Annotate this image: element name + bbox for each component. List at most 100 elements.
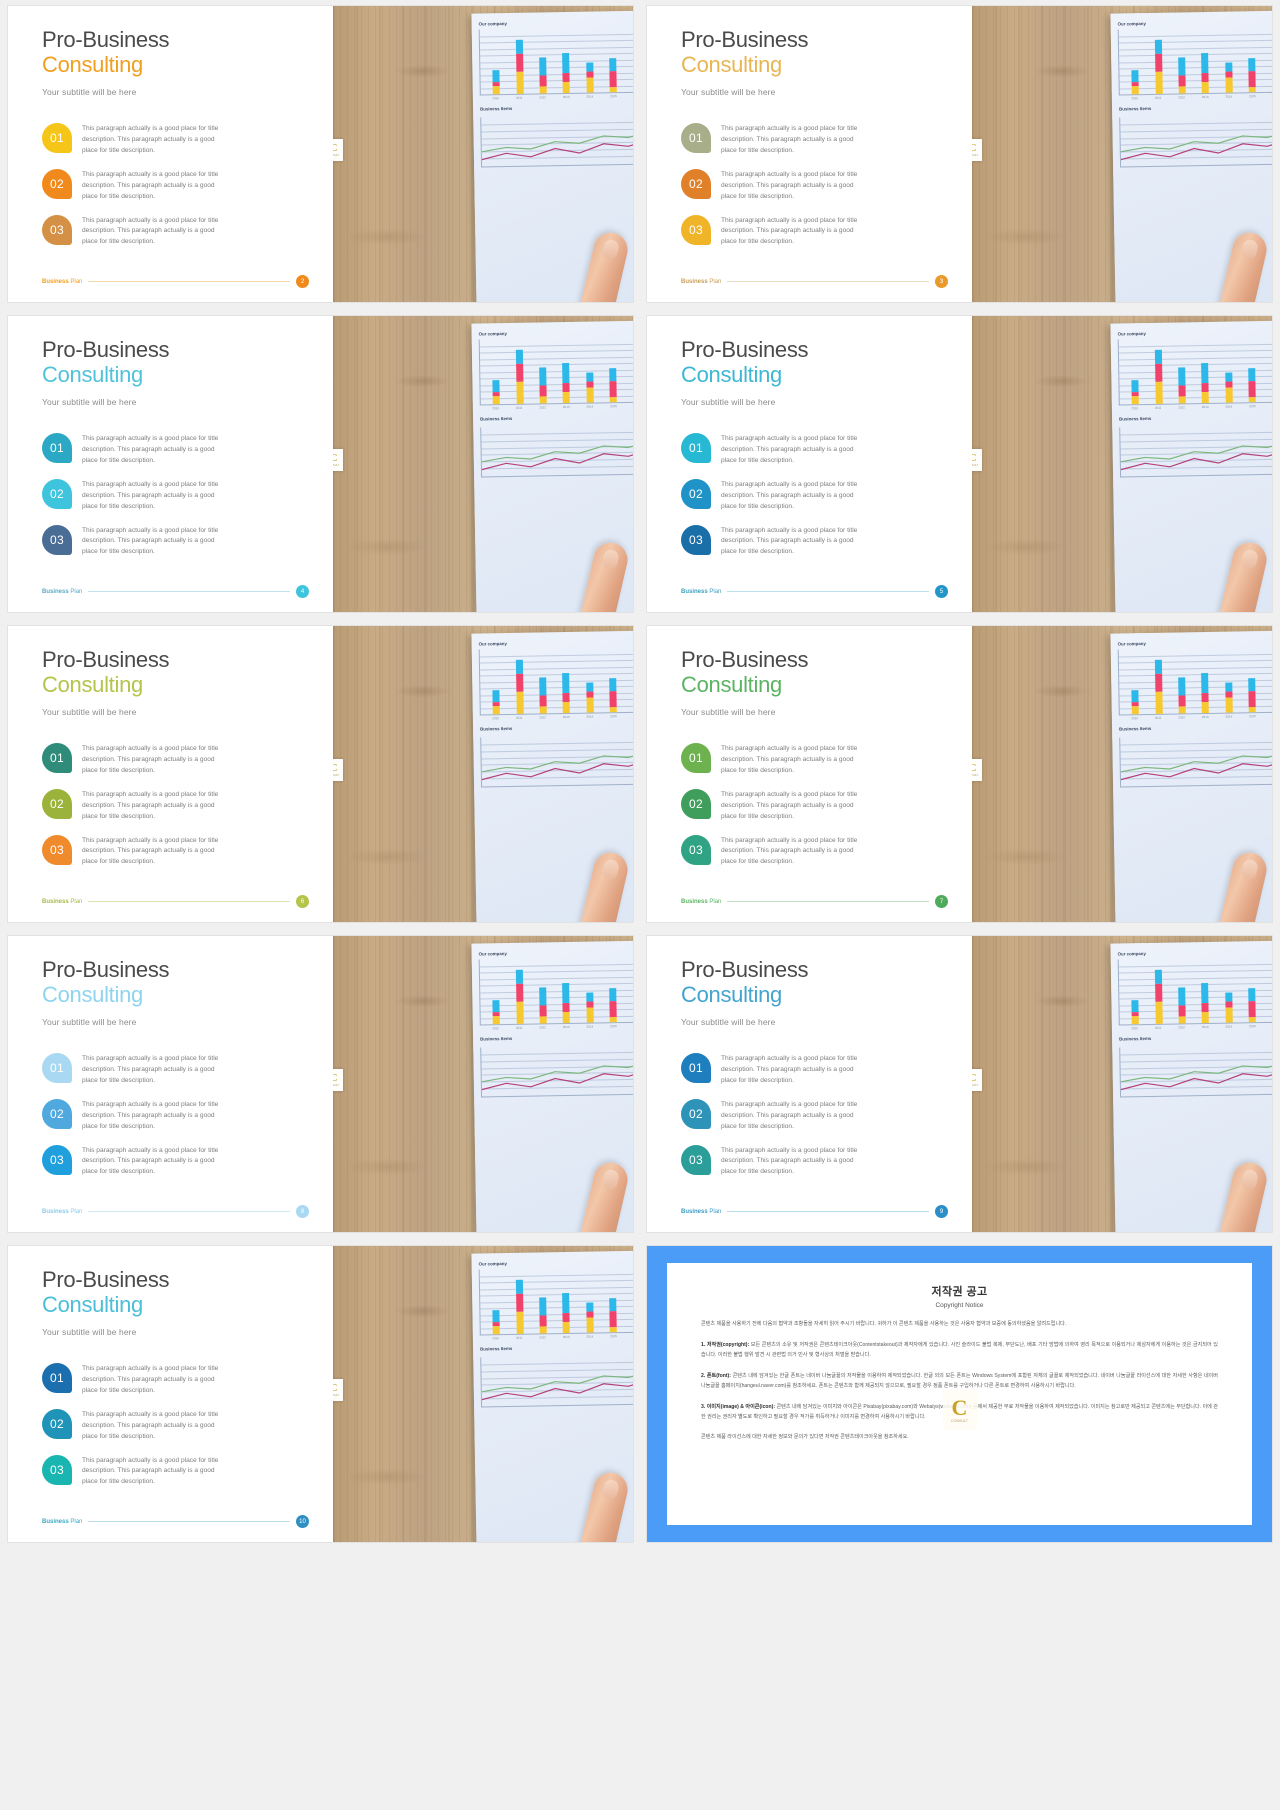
slide-thumbnail[interactable]: Pro-Business Consulting Your subtitle will…	[8, 6, 633, 302]
copyright-slide[interactable]: 저작권 공고 Copyright Notice 콘텐츠 제품을 사용하기 전에 다음…	[647, 1246, 1272, 1542]
bar-column	[492, 70, 501, 95]
bar-segment	[562, 1003, 571, 1013]
footer-label: Business Plan	[681, 898, 722, 905]
list-item[interactable]: 03 This paragraph actually is a good plac…	[681, 1144, 960, 1179]
slide-thumbnail-grid: Pro-Business Consulting Your subtitle will…	[0, 0, 1280, 1550]
list-item[interactable]: 01 This paragraph actually is a good plac…	[681, 123, 960, 157]
list-item[interactable]: 03 This paragraph actually is a good plac…	[42, 834, 321, 869]
list-item[interactable]: 03 This paragraph actually is a good plac…	[681, 834, 960, 869]
bar-column	[1248, 987, 1257, 1023]
x-tick-label: 2012	[1178, 1025, 1185, 1030]
slide-footer: Business Plan 10	[42, 1515, 309, 1528]
bar-segment	[492, 1310, 500, 1323]
bar-segment	[492, 380, 500, 393]
list-item[interactable]: 02 This paragraph actually is a good plac…	[42, 1098, 321, 1133]
bar-segment	[1202, 82, 1210, 94]
bar-column	[1154, 659, 1163, 714]
chart-gridline	[1119, 52, 1272, 57]
x-tick-label: 2011	[1154, 95, 1162, 100]
slide-thumbnail[interactable]: Pro-Business Consulting Your subtitle will…	[647, 6, 1272, 302]
list-item[interactable]: 02 This paragraph actually is a good plac…	[42, 788, 321, 823]
bar-column	[1201, 53, 1210, 94]
fingernail	[1240, 548, 1260, 571]
list-item[interactable]: 01 This paragraph actually is a good plac…	[681, 1053, 960, 1087]
list-item[interactable]: 01 This paragraph actually is a good plac…	[42, 1053, 321, 1087]
item-number-badge: 01	[42, 433, 72, 464]
list-item[interactable]: 01 This paragraph actually is a good plac…	[42, 743, 321, 777]
x-tick-label: 2011	[515, 715, 523, 720]
list-item[interactable]: 03 This paragraph actually is a good plac…	[42, 524, 321, 559]
slide-text-panel: Pro-Business Consulting Your subtitle will…	[647, 6, 972, 302]
slide-thumbnail[interactable]: Pro-Business Consulting Your subtitle will…	[647, 626, 1272, 922]
fingernail	[601, 1478, 621, 1501]
item-description: This paragraph actually is a good place …	[82, 745, 219, 774]
bar-column	[1225, 682, 1233, 713]
list-item[interactable]: 02 This paragraph actually is a good plac…	[681, 788, 960, 823]
bar-segment	[1178, 706, 1186, 714]
list-item[interactable]: 02 This paragraph actually is a good plac…	[681, 168, 960, 203]
bar-segment	[1225, 388, 1233, 403]
bar-segment	[586, 992, 594, 1002]
list-item[interactable]: 03 This paragraph actually is a good plac…	[42, 214, 321, 249]
item-number-badge: 02	[42, 478, 72, 509]
list-item[interactable]: 03 This paragraph actually is a good plac…	[681, 524, 960, 559]
bar-segment	[492, 70, 500, 83]
bar-column	[1225, 62, 1233, 93]
slide-number-badge: 6	[296, 895, 309, 908]
bar-segment	[1178, 367, 1186, 385]
list-item[interactable]: 01 This paragraph actually is a good plac…	[42, 123, 321, 157]
desk-photo: Our company2010201120122013201420152016B…	[333, 316, 633, 612]
list-item[interactable]: 02 This paragraph actually is a good plac…	[681, 478, 960, 513]
chart-gridline	[1118, 659, 1272, 664]
list-item[interactable]: 02 This paragraph actually is a good plac…	[42, 168, 321, 203]
bar-segment	[516, 381, 524, 404]
bar-segment	[1154, 54, 1163, 72]
list-item[interactable]: 01 This paragraph actually is a good plac…	[681, 433, 960, 467]
bar-segment	[1154, 984, 1163, 1002]
slide-thumbnail[interactable]: Pro-Business Consulting Your subtitle will…	[8, 1246, 633, 1542]
slide-item-list: 01 This paragraph actually is a good plac…	[42, 1053, 321, 1178]
item-number-badge: 03	[42, 1144, 72, 1175]
x-tick-label: 2014	[1225, 1024, 1233, 1029]
bar-segment	[1248, 1001, 1257, 1017]
list-item[interactable]: 01 This paragraph actually is a good plac…	[42, 433, 321, 467]
bar-segment	[1154, 364, 1163, 382]
slide-text-panel: Pro-Business Consulting Your subtitle will…	[8, 1246, 333, 1542]
logo-subtext: CONSULT	[333, 1084, 340, 1088]
chart-gridline	[479, 653, 633, 658]
bar-segment	[1155, 691, 1163, 714]
chart-gridline	[1119, 362, 1272, 367]
list-item[interactable]: 02 This paragraph actually is a good plac…	[681, 1098, 960, 1133]
bar-segment	[562, 73, 571, 83]
bar-column	[539, 1297, 547, 1334]
list-item[interactable]: 03 This paragraph actually is a good plac…	[681, 214, 960, 249]
list-item[interactable]: 03 This paragraph actually is a good plac…	[42, 1454, 321, 1489]
slide-thumbnail[interactable]: Pro-Business Consulting Your subtitle will…	[8, 316, 633, 612]
line-chart	[1119, 1044, 1272, 1098]
list-item[interactable]: 01 This paragraph actually is a good plac…	[681, 743, 960, 777]
slide-thumbnail[interactable]: Pro-Business Consulting Your subtitle will…	[8, 626, 633, 922]
footer-divider	[88, 1521, 290, 1522]
chart-gridline	[480, 46, 633, 51]
logo-subtext: CONSULT	[972, 464, 979, 468]
chart-gridline	[1118, 963, 1272, 968]
bar-segment	[610, 706, 618, 713]
fingernail	[1240, 858, 1260, 881]
list-item[interactable]: 02 This paragraph actually is a good plac…	[42, 478, 321, 513]
chart-gridline	[1119, 666, 1272, 671]
list-item[interactable]: 02 This paragraph actually is a good plac…	[42, 1408, 321, 1443]
slide-thumbnail[interactable]: Pro-Business Consulting Your subtitle will…	[647, 316, 1272, 612]
slide-thumbnail[interactable]: Pro-Business Consulting Your subtitle will…	[647, 936, 1272, 1232]
x-tick-label: 2014	[1225, 94, 1233, 99]
item-number-badge: 01	[42, 1053, 72, 1084]
bar-segment	[609, 71, 618, 87]
item-description: This paragraph actually is a good place …	[82, 1100, 219, 1130]
bar-segment	[516, 1001, 524, 1024]
item-number-badge: 02	[42, 1098, 72, 1129]
list-item[interactable]: 01 This paragraph actually is a good plac…	[42, 1363, 321, 1397]
list-item[interactable]: 03 This paragraph actually is a good plac…	[42, 1144, 321, 1179]
item-description: This paragraph actually is a good place …	[82, 216, 219, 246]
bar-column	[562, 363, 571, 404]
logo-letter: C	[333, 1072, 338, 1085]
slide-thumbnail[interactable]: Pro-Business Consulting Your subtitle will…	[8, 936, 633, 1232]
